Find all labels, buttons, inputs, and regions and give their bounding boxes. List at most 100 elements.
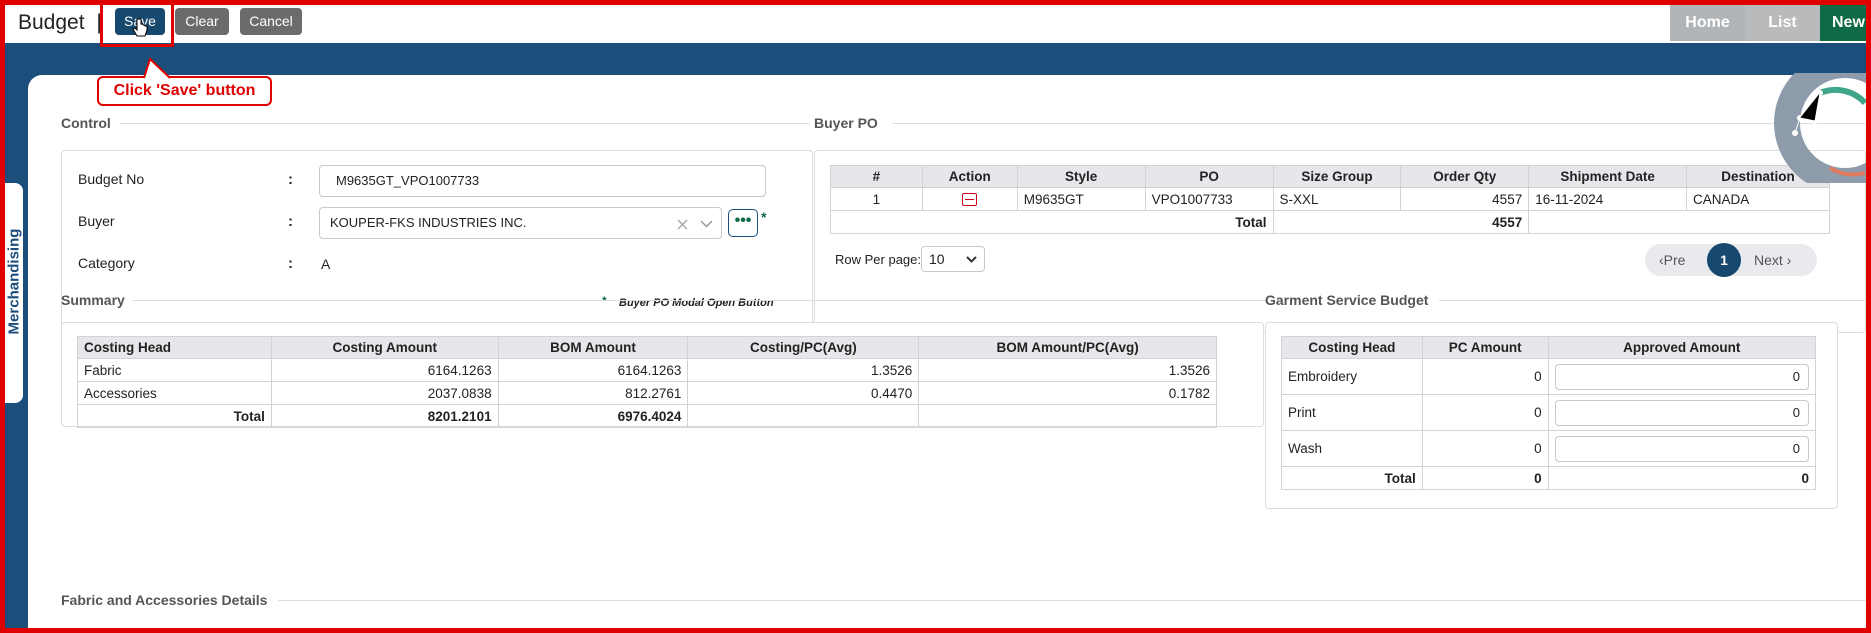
cell-costing-pc: 1.3526: [687, 358, 920, 382]
col-header: BOM Amount: [497, 336, 689, 359]
top-bar: Budget | Save Clear Cancel Home List New: [5, 5, 1866, 43]
cell-bom: 6164.1263: [497, 358, 689, 382]
total-row: Total 4557: [830, 210, 1830, 234]
breadcrumb-new[interactable]: New: [1820, 5, 1866, 41]
total-order-qty: 4557: [1272, 210, 1530, 234]
control-card: Budget No : M9635GT_VPO1007733 Buyer : K…: [61, 150, 813, 333]
col-header: Size Group: [1272, 165, 1402, 188]
pagination: ‹Pre 1 Next ›: [1645, 243, 1817, 277]
cell-bom-pc: 1.3526: [918, 358, 1217, 382]
cell-bom-pc: 0.1782: [918, 381, 1217, 405]
col-header: #: [830, 165, 923, 188]
control-legend: Control: [61, 115, 111, 131]
col-header: Costing Head: [77, 336, 272, 359]
total-label: Total: [830, 210, 1274, 234]
colon: :: [288, 171, 293, 188]
legend-line: [132, 300, 1266, 301]
note-star: *: [602, 294, 607, 308]
garment-card: Costing Head PC Amount Approved Amount E…: [1265, 322, 1838, 509]
callout-pointer: [143, 58, 171, 79]
clear-icon[interactable]: [677, 219, 688, 230]
buyer-po-legend: Buyer PO: [814, 115, 878, 131]
rows-per-page-value: 10: [929, 251, 945, 267]
table-header-row: Costing Head PC Amount Approved Amount: [1281, 336, 1817, 359]
breadcrumb-list[interactable]: List: [1745, 5, 1820, 41]
required-star: *: [761, 209, 767, 225]
col-header: PO: [1144, 165, 1274, 188]
chevron-down-icon[interactable]: [700, 220, 713, 228]
rows-per-page-label: Row Per page:: [835, 252, 921, 267]
col-header: Action: [921, 165, 1018, 188]
cell-pc: 0: [1421, 430, 1549, 467]
cell-no: 1: [830, 187, 923, 211]
summary-card: Costing Head Costing Amount BOM Amount C…: [61, 322, 1264, 428]
col-header: Approved Amount: [1547, 336, 1817, 359]
rows-per-page-select[interactable]: 10: [921, 246, 985, 272]
col-header: Shipment Date: [1528, 165, 1688, 188]
col-header: Costing Head: [1281, 336, 1423, 359]
remove-icon[interactable]: [962, 193, 978, 207]
cell-shipment-date: 16-11-2024: [1528, 187, 1688, 211]
cell-head: Print: [1281, 394, 1423, 431]
cell-bom: 812.2761: [497, 381, 689, 405]
col-header: PC Amount: [1421, 336, 1549, 359]
table-row: Print 0 0: [1281, 394, 1817, 431]
total-approved: 0: [1547, 466, 1817, 490]
cell-costing-pc: 0.4470: [687, 381, 920, 405]
hand-cursor-icon: [132, 18, 148, 37]
cell-approved: 0: [1547, 430, 1817, 467]
cell-approved: 0: [1547, 394, 1817, 431]
buyer-po-modal-button[interactable]: •••: [728, 209, 758, 237]
cell-head: Wash: [1281, 430, 1423, 467]
total-empty: [1528, 210, 1830, 234]
budget-no-label: Budget No: [78, 171, 145, 187]
total-empty: [687, 404, 920, 428]
approved-amount-input[interactable]: 0: [1554, 399, 1809, 426]
col-header: Costing Amount: [270, 336, 499, 359]
approved-amount-input[interactable]: 0: [1554, 363, 1809, 390]
total-costing: 8201.2101: [270, 404, 499, 428]
table-row: Embroidery 0 0: [1281, 358, 1817, 395]
table-row: Wash 0 0: [1281, 430, 1817, 467]
summary-legend: Summary: [61, 292, 125, 308]
sidetab-label: Merchandising: [5, 228, 23, 335]
cell-po: VPO1007733: [1144, 187, 1274, 211]
pager-prev[interactable]: ‹Pre: [1659, 244, 1685, 276]
total-row: Total 0 0: [1281, 466, 1817, 490]
colon: :: [288, 255, 293, 272]
budget-no-input[interactable]: M9635GT_VPO1007733: [319, 165, 766, 197]
table-header-row: Costing Head Costing Amount BOM Amount C…: [77, 336, 1217, 359]
col-header: BOM Amount/PC(Avg): [918, 336, 1217, 359]
buyer-select-value: KOUPER-FKS INDUSTRIES INC.: [330, 215, 527, 230]
colon: :: [288, 213, 293, 230]
table-row: Accessories 2037.0838 812.2761 0.4470 0.…: [77, 381, 1217, 405]
col-header: Style: [1016, 165, 1146, 188]
cell-destination: CANADA: [1686, 187, 1830, 211]
approved-amount-input[interactable]: 0: [1554, 435, 1809, 462]
sidetab-merchandising[interactable]: Merchandising: [5, 183, 23, 403]
clear-button[interactable]: Clear: [175, 8, 229, 35]
buyer-select[interactable]: KOUPER-FKS INDUSTRIES INC.: [319, 207, 722, 239]
cell-order-qty: 4557: [1400, 187, 1530, 211]
table-header-row: # Action Style PO Size Group Order Qty S…: [830, 165, 1830, 188]
cancel-button[interactable]: Cancel: [240, 8, 302, 35]
pager-next[interactable]: Next ›: [1754, 244, 1791, 276]
cell-pc: 0: [1421, 394, 1549, 431]
cell-style: M9635GT: [1016, 187, 1146, 211]
summary-table: Costing Head Costing Amount BOM Amount C…: [77, 336, 1217, 428]
decorative-graphic: [1774, 73, 1870, 183]
total-pc: 0: [1421, 466, 1549, 490]
table-row: Fabric 6164.1263 6164.1263 1.3526 1.3526: [77, 358, 1217, 382]
breadcrumb-home[interactable]: Home: [1670, 5, 1745, 41]
cell-size-group: S-XXL: [1272, 187, 1402, 211]
instruction-callout: Click 'Save' button: [97, 76, 272, 106]
cell-approved: 0: [1547, 358, 1817, 395]
garment-table: Costing Head PC Amount Approved Amount E…: [1281, 336, 1817, 490]
buyer-po-note: Buyer PO Modal Open Button: [619, 297, 774, 309]
page-title-text: Budget: [18, 11, 85, 34]
table-row: 1 M9635GT VPO1007733 S-XXL 4557 16-11-20…: [830, 187, 1830, 211]
col-header: Order Qty: [1400, 165, 1530, 188]
cell-costing: 6164.1263: [270, 358, 499, 382]
pager-page-1[interactable]: 1: [1707, 243, 1741, 277]
category-value: A: [321, 256, 331, 272]
